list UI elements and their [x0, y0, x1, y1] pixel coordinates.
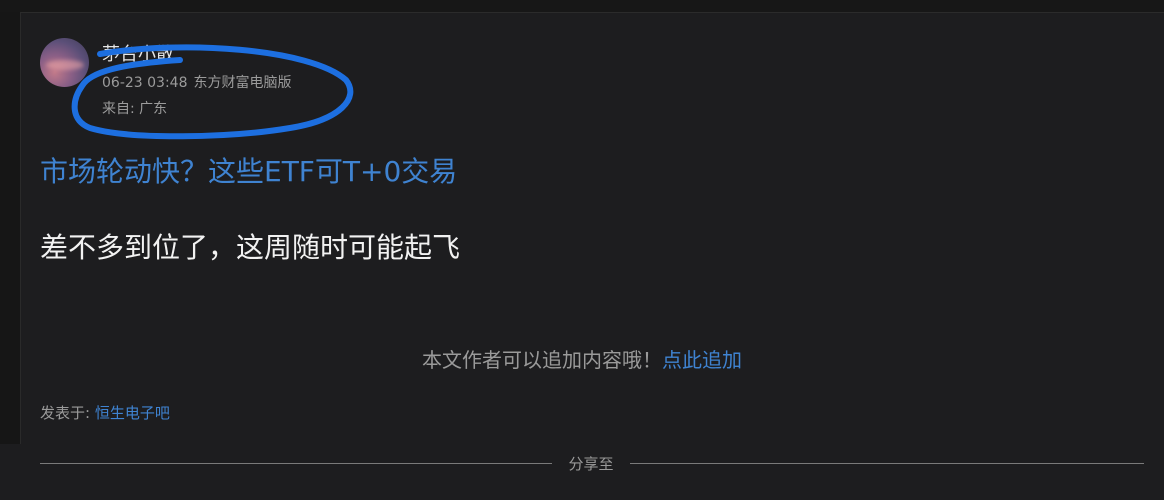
post-time: 06-23 03:48 — [102, 75, 188, 91]
post-client: 东方财富电脑版 — [193, 75, 292, 91]
share-label: 分享至 — [568, 455, 614, 473]
share-divider-left — [40, 463, 552, 464]
post-origin: 来自: 广东 — [102, 101, 168, 117]
add-content-row: 本文作者可以追加内容哦！点此追加 — [0, 344, 1164, 373]
add-content-link[interactable]: 点此追加 — [662, 348, 742, 372]
avatar[interactable] — [40, 38, 89, 87]
author-name[interactable]: 茅台小散 — [102, 40, 174, 66]
post-body: 差不多到位了，这周随时可能起飞 — [40, 231, 461, 264]
posted-in: 发表于: 恒生电子吧 — [40, 402, 170, 423]
top-border — [0, 0, 1164, 13]
share-divider-right — [630, 463, 1144, 464]
share-row: 分享至 — [40, 452, 1144, 474]
add-content-prompt: 本文作者可以追加内容哦！ — [422, 348, 662, 372]
left-gutter — [0, 12, 21, 444]
post-page: 茅台小散 06-23 03:48 东方财富电脑版 来自: 广东 市场轮动快？这些E… — [0, 0, 1164, 500]
post-meta: 06-23 03:48 东方财富电脑版 — [102, 72, 291, 92]
article-link[interactable]: 市场轮动快？这些ETF可T+0交易 — [40, 150, 457, 190]
posted-in-label: 发表于: — [40, 404, 95, 422]
forum-link[interactable]: 恒生电子吧 — [95, 404, 170, 422]
